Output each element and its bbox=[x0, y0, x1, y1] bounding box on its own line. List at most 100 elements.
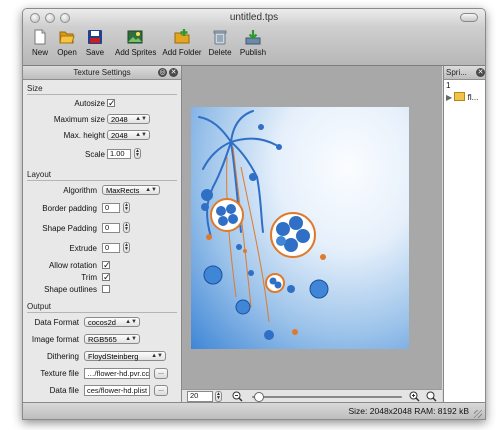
trim-label: Trim bbox=[81, 273, 97, 282]
dithering-label: Dithering bbox=[46, 352, 79, 361]
zoom-out-icon[interactable] bbox=[232, 391, 243, 402]
algorithm-label: Algorithm bbox=[63, 186, 97, 195]
texture-settings-header: Texture Settings ◎ ✕ bbox=[23, 66, 181, 80]
data-format-value: cocos2d bbox=[88, 318, 116, 327]
shape-outlines-checkbox[interactable] bbox=[102, 285, 110, 293]
image-format-label: Image format bbox=[31, 335, 79, 344]
max-size-select[interactable]: 2048 ▲▼ bbox=[107, 114, 150, 124]
shape-outlines-label: Shape outlines bbox=[44, 285, 97, 294]
texture-settings-panel: Texture Settings ◎ ✕ Size Autosize ✓ Max… bbox=[23, 66, 182, 402]
border-padding-field[interactable]: 0 bbox=[102, 203, 120, 213]
open-button-label: Open bbox=[57, 48, 77, 57]
texture-preview[interactable] bbox=[191, 107, 409, 349]
extrude-field[interactable]: 0 bbox=[102, 243, 120, 253]
sprites-panel: Spri... ✕ 1 ▶ fl... bbox=[443, 66, 485, 402]
sprites-panel-title: Spri... bbox=[446, 68, 467, 77]
texture-file-field[interactable]: …/flower-hd.pvr.ccz bbox=[84, 368, 150, 379]
save-disk-icon bbox=[87, 29, 103, 45]
sprite-folder-name: fl... bbox=[467, 93, 479, 102]
size-section-divider bbox=[27, 94, 177, 95]
open-folder-icon bbox=[59, 29, 75, 45]
shape-padding-label: Shape Padding bbox=[42, 224, 97, 233]
max-height-value: 2048 bbox=[111, 131, 128, 140]
open-button[interactable]: Open bbox=[55, 29, 79, 57]
data-file-label: Data file bbox=[49, 386, 79, 395]
shape-padding-stepper[interactable]: ▲ ▼ bbox=[123, 222, 130, 233]
data-file-browse-button[interactable]: ... bbox=[154, 385, 168, 396]
new-document-icon bbox=[32, 29, 48, 45]
zoom-bar: 20 ▲ ▼ bbox=[182, 389, 442, 403]
sprites-count: 1 bbox=[446, 81, 451, 90]
sprites-panel-close-icon[interactable]: ✕ bbox=[476, 68, 485, 77]
autosize-checkbox[interactable]: ✓ bbox=[107, 99, 116, 108]
data-format-label: Data Format bbox=[34, 318, 79, 327]
dithering-value: FloydSteinberg bbox=[88, 352, 139, 361]
scale-label: Scale bbox=[84, 150, 105, 159]
extrude-stepper[interactable]: ▲ ▼ bbox=[123, 242, 130, 253]
new-button-label: New bbox=[31, 48, 48, 57]
sprite-tree-item[interactable]: ▶ fl... bbox=[444, 92, 485, 103]
flower-sprite-artwork bbox=[198, 110, 329, 340]
new-button[interactable]: New bbox=[29, 29, 51, 57]
max-size-value: 2048 bbox=[111, 115, 128, 124]
window-title: untitled.tps bbox=[229, 12, 279, 23]
resize-grip-icon[interactable] bbox=[474, 410, 482, 418]
allow-rotation-checkbox[interactable]: ✓ bbox=[102, 261, 111, 270]
zoom-100-icon[interactable] bbox=[426, 391, 437, 402]
folder-icon bbox=[454, 92, 466, 101]
publish-button[interactable]: Publish bbox=[238, 29, 268, 57]
image-format-select[interactable]: RGB565 ▲▼ bbox=[84, 334, 140, 344]
disclosure-triangle-icon[interactable]: ▶ bbox=[446, 93, 452, 102]
delete-button[interactable]: Delete bbox=[207, 29, 233, 57]
save-button-label: Save bbox=[85, 48, 105, 57]
max-height-select[interactable]: 2048 ▲▼ bbox=[107, 130, 150, 140]
output-section-title: Output bbox=[27, 302, 52, 311]
toolbar-toggle-button[interactable] bbox=[460, 13, 478, 22]
status-bar: Size: 2048x2048 RAM: 8192 kB bbox=[23, 402, 485, 419]
sprites-panel-header: Spri... ✕ bbox=[444, 66, 485, 80]
texture-file-browse-button[interactable]: ... bbox=[154, 368, 168, 379]
layout-section-title: Layout bbox=[27, 170, 52, 179]
title-bar: untitled.tps bbox=[23, 9, 485, 27]
zoom-slider-track[interactable] bbox=[252, 396, 402, 398]
panel-detach-icon[interactable]: ◎ bbox=[158, 68, 167, 77]
texture-file-label: Texture file bbox=[40, 369, 79, 378]
add-folder-icon bbox=[174, 29, 190, 45]
dithering-select[interactable]: FloydSteinberg ▲▼ bbox=[84, 351, 166, 361]
delete-button-label: Delete bbox=[208, 48, 232, 57]
layout-section-divider bbox=[27, 180, 177, 181]
algorithm-select[interactable]: MaxRects ▲▼ bbox=[102, 185, 160, 195]
data-file-field[interactable]: ces/flower-hd.plist bbox=[84, 385, 150, 396]
algorithm-value: MaxRects bbox=[106, 186, 140, 195]
scale-field[interactable]: 1.00 bbox=[107, 149, 131, 159]
size-section-title: Size bbox=[27, 84, 43, 93]
panel-close-icon[interactable]: ✕ bbox=[169, 68, 178, 77]
save-button[interactable]: Save bbox=[84, 29, 106, 57]
trim-checkbox[interactable]: ✓ bbox=[102, 273, 111, 282]
shape-padding-field[interactable]: 0 bbox=[102, 223, 120, 233]
add-sprites-button[interactable]: Add Sprites bbox=[115, 29, 157, 57]
publish-button-label: Publish bbox=[239, 48, 267, 57]
allow-rotation-label: Allow rotation bbox=[48, 261, 97, 270]
texture-settings-title: Texture Settings bbox=[73, 68, 131, 77]
add-folder-button[interactable]: Add Folder bbox=[162, 29, 202, 57]
zoom-stepper[interactable]: ▲ ▼ bbox=[215, 391, 222, 402]
scale-stepper[interactable]: ▲ ▼ bbox=[134, 148, 141, 159]
status-text: Size: 2048x2048 RAM: 8192 kB bbox=[348, 406, 470, 416]
max-height-label: Max. height bbox=[63, 131, 105, 140]
zoom-value-field[interactable]: 20 bbox=[187, 391, 213, 402]
border-padding-stepper[interactable]: ▲ ▼ bbox=[123, 202, 130, 213]
toolbar: New Open Save Add Sprites Add Folder Del… bbox=[23, 27, 485, 66]
publish-icon bbox=[245, 29, 261, 45]
image-format-value: RGB565 bbox=[88, 335, 117, 344]
extrude-label: Extrude bbox=[69, 244, 97, 253]
border-padding-label: Border padding bbox=[42, 204, 97, 213]
output-section-divider bbox=[27, 312, 177, 313]
data-format-select[interactable]: cocos2d ▲▼ bbox=[84, 317, 140, 327]
add-sprites-label: Add Sprites bbox=[115, 48, 157, 57]
trash-icon bbox=[212, 29, 228, 45]
add-folder-label: Add Folder bbox=[162, 48, 202, 57]
zoom-slider-knob[interactable] bbox=[254, 392, 264, 402]
zoom-in-icon[interactable] bbox=[409, 391, 420, 402]
max-size-label: Maximum size bbox=[53, 115, 105, 124]
